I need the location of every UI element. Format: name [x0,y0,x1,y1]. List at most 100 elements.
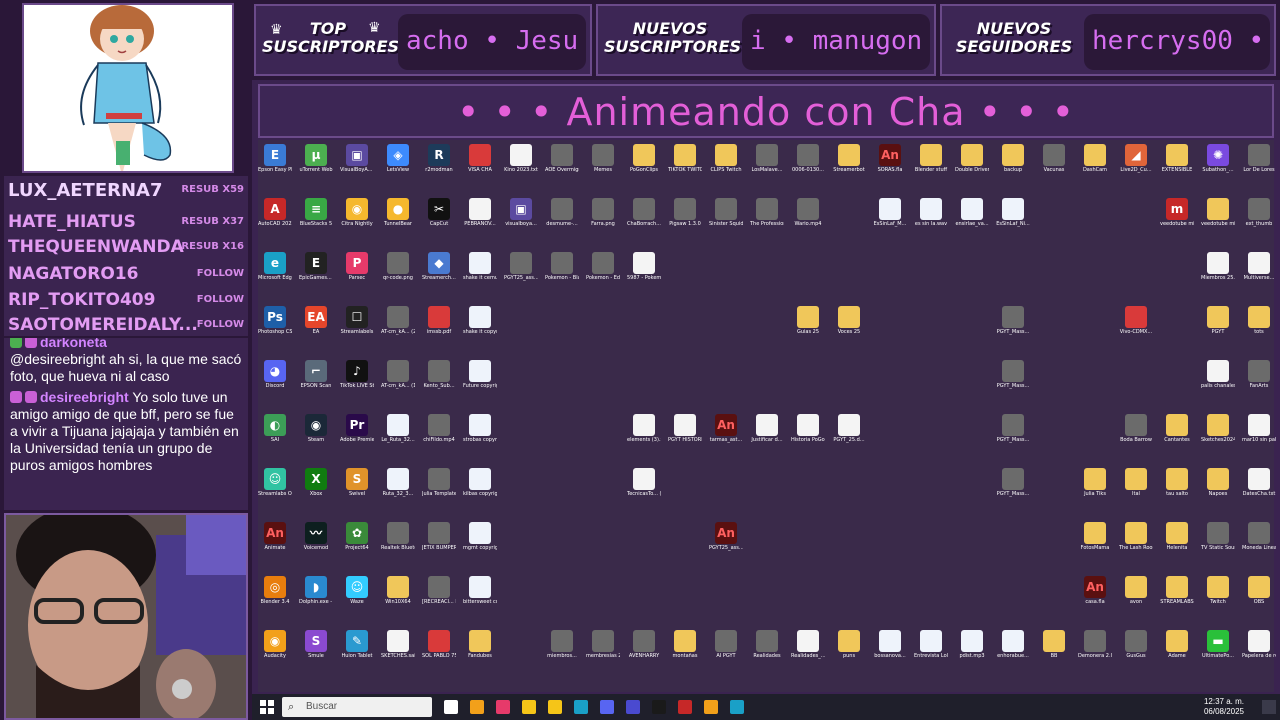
desktop-icon[interactable]: EsSinLaf_Ni... [996,198,1030,227]
desktop-icon[interactable]: Farra.png [586,198,620,227]
desktop-icon[interactable]: ◗Dolphin.exe - Acceso dire... [299,576,333,605]
desktop-icon[interactable]: e Microsoft Edge [258,252,292,281]
desktop-icon[interactable]: 5987 - Pokemon - ... [627,252,661,281]
desktop-icon[interactable]: An tarmas_ast... [709,414,743,443]
desktop-icon[interactable]: An SORAS.fla [873,144,907,173]
desktop-icon[interactable]: Kino 2023.txt [504,144,538,173]
desktop-icon[interactable]: PoGonClips [627,144,661,173]
desktop-icon[interactable]: palis chanales.txt [1201,360,1235,389]
desktop-icon[interactable]: Memes [586,144,620,173]
taskbar-app-icon[interactable] [626,700,640,714]
desktop-icon[interactable]: EEpson Easy Photo Print [258,144,292,173]
desktop-icon[interactable]: The Lash Room [1119,522,1153,551]
desktop-icon[interactable]: ◢ Live2D_Cu... [1119,144,1153,173]
desktop-icon[interactable]: Win10X64 [381,576,415,605]
desktop-icon[interactable]: Lor De Lores [1242,144,1276,173]
tiktok-taskbar-icon[interactable] [496,700,510,714]
desktop-icon[interactable]: bossanova... [873,630,907,659]
desktop-icon[interactable]: Blender stuff [914,144,948,173]
desktop-icon[interactable]: BB [1037,630,1071,659]
desktop-icon[interactable]: Guias 25 [791,306,825,335]
desktop-icon[interactable]: Miembros 25.txt [1201,252,1235,281]
desktop-icon[interactable]: STREAMLABS [1160,576,1194,605]
desktop-icon[interactable]: ✺ Subathon_... [1201,144,1235,173]
desktop-icon[interactable]: ⌐ EPSON Scan [299,360,333,389]
desktop-icon[interactable]: Vivo-CDMX... [1119,306,1153,335]
desktop-icon[interactable]: Realtek Bluetooth S... [381,522,415,551]
desktop-icon[interactable]: VISA CHA [463,144,497,173]
desktop-icon[interactable]: AT-cm_kA... (2).mp4 [381,306,415,335]
desktop-icon[interactable]: Pokemon - Edicion Ne... [586,252,620,281]
desktop-icon[interactable]: ◎ Blender 3.4 [258,576,292,605]
desktop-icon[interactable]: SOL PABLO 7522 CTE H... [422,630,456,659]
desktop-icon[interactable]: tots [1242,306,1276,335]
desktop-icon[interactable]: LosMalave... [750,144,784,173]
desktop-icon[interactable]: Twitch [1201,576,1235,605]
desktop-icon[interactable]: Ps Photoshop CS5 [258,306,292,335]
desktop-icon[interactable]: pdist.mp3 [955,630,989,659]
desktop-icon[interactable]: imssb.pdf [422,306,456,335]
desktop-icon[interactable]: Double Driver [955,144,989,173]
desktop-icon[interactable]: S Swivel [340,468,374,497]
desktop-icon[interactable]: avon [1119,576,1153,605]
desktop-icon[interactable]: Helenita [1160,522,1194,551]
desktop-icon[interactable]: [RECREACI... Lineup - JE... [422,576,456,605]
desktop-icon[interactable]: ext_thumb [1242,198,1276,227]
desktop-icon[interactable]: ◉ Steam [299,414,333,443]
desktop-icon[interactable]: EXTENSIBLE [1160,144,1194,173]
desktop-icon[interactable]: Entrevista Lola.mp3 [914,630,948,659]
desktop-icon[interactable]: montañas [668,630,702,659]
taskbar-app-icon[interactable] [600,700,614,714]
desktop-icon[interactable]: µ uTorrent Web [299,144,333,173]
desktop-icon[interactable]: ☐ Streamlabels [340,306,374,335]
desktop-icon[interactable]: Ruta_32_3... [381,468,415,497]
animate-taskbar-icon[interactable] [678,700,692,714]
desktop-icon[interactable]: JETIX BUMPER - L... [422,522,456,551]
desktop-icon[interactable]: Realidades [750,630,784,659]
desktop-icon[interactable]: Pigsaw 1.3.0 [668,198,702,227]
folder-taskbar-icon[interactable] [548,700,562,714]
desktop-icon[interactable]: AVENHARRY [627,630,661,659]
desktop-icon[interactable]: An Animate [258,522,292,551]
desktop-icon[interactable]: Adame [1160,630,1194,659]
desktop-icon[interactable]: Le_Ruta_32... [381,414,415,443]
desktop-icon[interactable]: Wario.mp4 [791,198,825,227]
desktop-icon[interactable]: shake it cemunado... [463,252,497,281]
desktop-icon[interactable]: PGYT25_ass... [504,252,538,281]
desktop-icon[interactable]: ▣VisualBoyA... - Acceso di... [340,144,374,173]
desktop-icon[interactable]: AAutoCAD 2022 - E... [258,198,292,227]
taskbar-app-icon[interactable] [704,700,718,714]
desktop-icon[interactable]: SKETCHES.sai [381,630,415,659]
desktop-icon[interactable]: Multiverse... [1242,252,1276,281]
desktop-icon[interactable]: ◕ Discord [258,360,292,389]
desktop-icon[interactable]: mveedotube mini-exe... [1160,198,1194,227]
desktop-icon[interactable]: EA EA [299,306,333,335]
desktop-icon[interactable]: Vacunas [1037,144,1071,173]
desktop-icon[interactable]: Julia Template... [422,468,456,497]
desktop-icon[interactable]: strobas copyrig... [463,414,497,443]
desktop-icon[interactable]: Boda Barrow [1119,414,1153,443]
desktop-icon[interactable]: S Smule [299,630,333,659]
desktop-icon[interactable]: ● TunnelBear [381,198,415,227]
desktop-icon[interactable]: enhorabue... [996,630,1030,659]
desktop-icon[interactable]: kilbas copyrig... [463,468,497,497]
desktop-icon[interactable]: ✿ Project64 [340,522,374,551]
desktop-icon[interactable]: PGYT HISTORIA.txt [668,414,702,443]
windows-start-icon[interactable] [260,700,274,714]
desktop-icon[interactable]: PrAdobe Premiere P... [340,414,374,443]
desktop-icon[interactable]: ✎ Huion Tablet [340,630,374,659]
taskbar-app-icon[interactable] [730,700,744,714]
desktop-icon[interactable]: bittersweet copyrig... [463,576,497,605]
desktop-icon[interactable]: backup [996,144,1030,173]
desktop-icon[interactable]: CLIPS Twitch [709,144,743,173]
desktop-icon[interactable]: PGYT_Mass... [996,414,1030,443]
desktop-icon[interactable]: puns [832,630,866,659]
taskbar-clock[interactable]: 12:37 a. m. 06/08/2025 [1204,697,1244,717]
desktop-icon[interactable]: X Xbox [299,468,333,497]
desktop-icon[interactable]: PGYT_Mass... [996,360,1030,389]
desktop-icon[interactable]: ensirlae_va... [955,198,989,227]
desktop-icon[interactable]: An PGYT25_ass... [709,522,743,551]
desktop-icon[interactable]: GusGus [1119,630,1153,659]
desktop-icon[interactable]: ◉ Audacity [258,630,292,659]
desktop-icon[interactable]: Julia Tiks [1078,468,1112,497]
